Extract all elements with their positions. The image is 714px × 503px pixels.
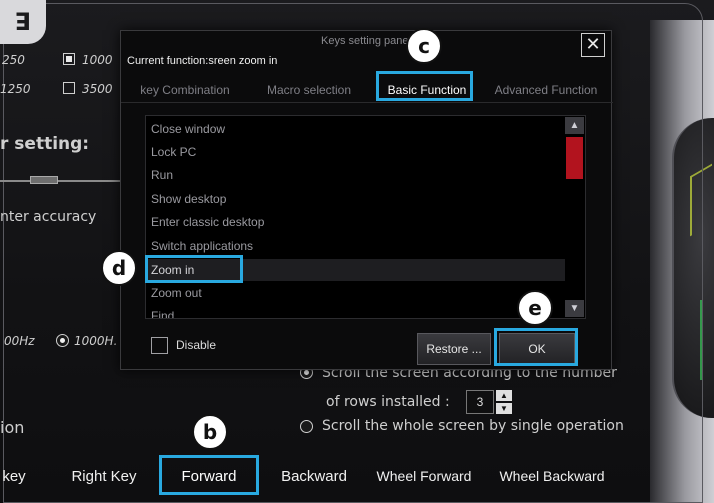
slider-handle[interactable]: [30, 176, 58, 184]
dpi-value: 250: [2, 53, 25, 67]
tab-advanced-function[interactable]: Advanced Function: [487, 77, 605, 103]
dpi-value: 1250: [0, 82, 31, 96]
polling-rate-value: 00Hz: [4, 334, 35, 348]
setting-heading: r setting:: [0, 134, 90, 154]
chevron-up-icon[interactable]: ▲: [565, 117, 584, 134]
highlight-ok: [494, 328, 578, 366]
callout-d: d: [101, 250, 137, 286]
tab-wheel-backward[interactable]: Wheel Backward: [488, 456, 616, 496]
list-item[interactable]: Find: [151, 305, 561, 318]
slider-track: [0, 180, 122, 182]
list-item[interactable]: Show desktop: [151, 188, 561, 210]
scrollbar-thumb[interactable]: [566, 137, 583, 179]
dpi-value: 1000: [82, 53, 113, 67]
dialog-title: Keys setting panel: [321, 35, 411, 47]
close-icon[interactable]: ✕: [581, 33, 605, 57]
mouse-software-window: ꓱ 250 1000 1250 3500 r setting: nter acc…: [0, 0, 714, 503]
tab-wheel-forward[interactable]: Wheel Forward: [368, 456, 480, 496]
highlight-basic-function: [376, 71, 473, 101]
dialog-tabs: key Combination Macro selection Basic Fu…: [121, 73, 613, 103]
chevron-down-icon[interactable]: ▼: [565, 300, 584, 317]
dpi-checkbox[interactable]: [63, 82, 75, 94]
accuracy-label: nter accuracy: [0, 209, 97, 225]
disable-checkbox[interactable]: [151, 337, 168, 354]
current-function-label: Current function:sreen zoom in: [127, 55, 278, 67]
stepper-down-icon[interactable]: ▼: [496, 403, 512, 414]
list-item[interactable]: Zoom out: [151, 282, 561, 304]
list-item[interactable]: Enter classic desktop: [151, 211, 561, 233]
scroll-mode-radio[interactable]: [300, 420, 313, 433]
list-item[interactable]: Run: [151, 164, 561, 186]
list-item[interactable]: Close window: [151, 118, 561, 140]
highlight-zoom-in: [145, 255, 243, 283]
logo-icon: ꓱ: [14, 8, 32, 36]
tab-right-key[interactable]: Right Key: [56, 456, 152, 496]
list-scrollbar[interactable]: ▲ ▼: [565, 117, 584, 317]
list-item[interactable]: Switch applications: [151, 235, 561, 257]
callout-e: e: [517, 290, 553, 326]
tab-backward[interactable]: Backward: [266, 456, 362, 496]
mouse-button-tabs: key Right Key Forward Backward Wheel For…: [0, 456, 650, 496]
tab-macro-selection[interactable]: Macro selection: [253, 77, 365, 103]
rows-value[interactable]: 3: [466, 390, 494, 414]
rows-stepper[interactable]: 3 ▲ ▼: [466, 390, 512, 414]
rows-label: of rows installed :: [326, 394, 450, 410]
section-label: ion: [0, 418, 25, 437]
scroll-option-label: Scroll the whole screen by single operat…: [322, 418, 624, 434]
stepper-up-icon[interactable]: ▲: [496, 390, 512, 401]
tab-key-combination[interactable]: key Combination: [129, 77, 241, 103]
callout-b: b: [192, 414, 228, 450]
restore-button[interactable]: Restore ...: [417, 333, 491, 365]
app-logo: ꓱ: [0, 0, 46, 44]
tab-left-key[interactable]: key: [0, 456, 48, 496]
dpi-checkbox[interactable]: [63, 53, 75, 65]
callout-c: c: [406, 28, 442, 64]
list-item[interactable]: Lock PC: [151, 141, 561, 163]
polling-rate-radio[interactable]: [56, 334, 69, 347]
disable-label: Disable: [176, 338, 217, 352]
polling-rate-value: 1000H.: [74, 334, 118, 348]
function-list: Close window Lock PC Run Show desktop En…: [145, 115, 586, 319]
dpi-value: 3500: [82, 82, 113, 96]
